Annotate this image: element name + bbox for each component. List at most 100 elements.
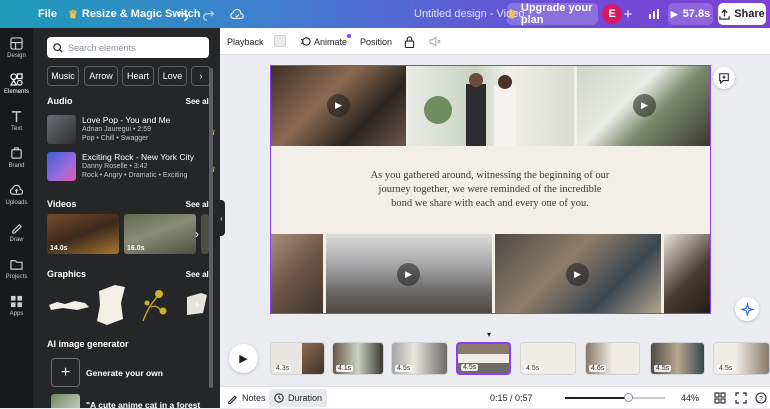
background-color-swatch[interactable]: [274, 35, 286, 47]
audio-track[interactable]: Love Pop - You and Me Adrian Jauregui • …: [47, 115, 216, 147]
reception-photo[interactable]: ▶: [495, 234, 661, 313]
play-preview-button[interactable]: ▶ 57.8s: [668, 3, 713, 25]
video-thumbnail[interactable]: [201, 214, 209, 254]
couple-photo[interactable]: [408, 66, 574, 146]
playback-button[interactable]: Playback: [227, 28, 264, 55]
ai-generator-title: AI image generator: [47, 339, 129, 349]
timeline-clip[interactable]: 4.1s: [332, 342, 384, 375]
notes-button[interactable]: Notes: [227, 387, 266, 409]
magic-assistant-button[interactable]: [735, 297, 759, 321]
duration-button[interactable]: Duration: [269, 389, 328, 407]
timeline-clip-selected[interactable]: 4.5s: [456, 342, 511, 375]
audio-section-title: Audio: [47, 96, 73, 106]
avatar[interactable]: E: [602, 4, 622, 24]
paper-scrap-graphic: [97, 285, 125, 325]
ceremony-photo[interactable]: ▶: [577, 66, 710, 146]
side-rail: Design Elements Text Brand Uploads Draw …: [0, 28, 33, 408]
playhead-icon[interactable]: ▾: [487, 331, 495, 339]
rail-item-projects[interactable]: Projects: [0, 252, 33, 286]
zoom-slider-handle[interactable]: [624, 393, 633, 402]
videos-see-all-link[interactable]: See all: [186, 200, 211, 209]
torn-paper-graphic: [49, 301, 89, 310]
duration-label: 57.8s: [682, 8, 711, 20]
generate-button[interactable]: +: [51, 358, 80, 387]
ai-prompt-text[interactable]: "A cute anime cat in a forest: [86, 400, 200, 408]
play-video-button[interactable]: ▶: [327, 94, 350, 117]
redo-button[interactable]: [202, 0, 215, 28]
projects-icon: [10, 260, 23, 270]
elements-icon: [10, 73, 23, 86]
fullscreen-button[interactable]: [735, 392, 747, 407]
collapse-panel-handle[interactable]: ‹: [218, 200, 225, 236]
video-thumbnail[interactable]: 14.0s: [47, 214, 119, 254]
canvas-quote-text[interactable]: As you gathered around, witnessing the b…: [370, 169, 610, 211]
crown-icon: ♛: [507, 8, 517, 21]
guests-photo[interactable]: ▶: [271, 66, 406, 146]
duration-label: Duration: [288, 393, 323, 403]
cloud-save-button[interactable]: [230, 0, 244, 28]
officiant-photo[interactable]: [664, 234, 710, 313]
audio-see-all-link[interactable]: See all: [186, 97, 211, 106]
position-button[interactable]: Position: [360, 28, 392, 55]
chip-heart[interactable]: Heart: [122, 66, 154, 86]
hands-photo[interactable]: [271, 234, 323, 313]
play-icon: ▶: [670, 8, 678, 19]
file-menu[interactable]: File: [38, 0, 57, 28]
graphics-thumbnails[interactable]: [47, 283, 217, 328]
position-label: Position: [360, 36, 393, 47]
comment-button[interactable]: [713, 67, 735, 89]
timeline-clip[interactable]: 4.6s: [585, 342, 640, 375]
rail-item-brand[interactable]: Brand: [0, 141, 33, 175]
rail-label: Apps: [9, 311, 24, 317]
graphics-see-all-link[interactable]: See all: [186, 270, 211, 279]
timeline-clip[interactable]: 4.5s: [391, 342, 448, 375]
timeline-clip[interactable]: 4.3s: [270, 342, 325, 375]
timeline-play-button[interactable]: ▶: [229, 344, 258, 373]
chips-next-button[interactable]: ›: [191, 66, 211, 86]
timeline-clip[interactable]: 4.5s: [520, 342, 576, 375]
play-video-button[interactable]: ▶: [566, 263, 589, 286]
zoom-slider-fill: [565, 397, 627, 399]
bottom-bar: Notes Duration 0:15 / 0:57 44% ?: [220, 386, 770, 408]
chevron-right-icon[interactable]: ›: [195, 297, 199, 311]
chip-arrow[interactable]: Arrow: [84, 66, 118, 86]
rail-item-text[interactable]: Text: [0, 104, 33, 138]
upgrade-button[interactable]: ♛ Upgrade your plan: [507, 2, 598, 26]
add-collaborator-button[interactable]: +: [620, 3, 636, 25]
share-button[interactable]: Share: [718, 3, 766, 25]
chip-music[interactable]: Music: [47, 66, 79, 86]
chip-love[interactable]: Love: [158, 66, 187, 86]
timeline-clip[interactable]: 4.5s: [713, 342, 770, 375]
analytics-button[interactable]: [644, 3, 664, 25]
zoom-level[interactable]: 44%: [681, 387, 699, 409]
cloud-check-icon: [230, 8, 244, 19]
comment-add-icon: [719, 73, 729, 84]
grid-view-button[interactable]: [714, 392, 726, 407]
play-video-button[interactable]: ▶: [633, 94, 656, 117]
chevron-right-icon[interactable]: ›: [195, 227, 199, 241]
rail-item-uploads[interactable]: Uploads: [0, 178, 33, 212]
audience-photo[interactable]: ▶: [326, 234, 492, 313]
clip-duration: 4.6s: [589, 365, 607, 372]
undo-button[interactable]: [176, 0, 189, 28]
rail-item-draw[interactable]: Draw: [0, 215, 33, 249]
clip-duration: 4.5s: [461, 364, 479, 371]
rail-item-elements[interactable]: Elements: [0, 67, 33, 101]
top-bar: File ♛ Resize & Magic Switch Untitled de…: [0, 0, 770, 28]
play-video-button[interactable]: ▶: [397, 263, 420, 286]
audio-track[interactable]: Exciting Rock - New York City Danny Rose…: [47, 152, 216, 184]
ai-prompt-thumbnail[interactable]: [51, 394, 80, 408]
video-duration: 14.0s: [50, 245, 68, 252]
panel-scrollbar[interactable]: [209, 68, 213, 388]
rail-item-apps[interactable]: Apps: [0, 289, 33, 323]
help-button[interactable]: ?: [755, 392, 767, 407]
video-thumbnail[interactable]: 16.0s: [124, 214, 196, 254]
volume-button[interactable]: [429, 28, 441, 55]
animate-button[interactable]: Animate: [300, 28, 352, 55]
timeline-clip[interactable]: 4.5s: [650, 342, 705, 375]
animate-label: Animate: [314, 36, 348, 47]
generate-label[interactable]: Generate your own: [86, 368, 163, 378]
search-input[interactable]: Search elements: [47, 37, 209, 58]
rail-item-design[interactable]: Design: [0, 31, 33, 65]
lock-button[interactable]: [404, 28, 415, 55]
